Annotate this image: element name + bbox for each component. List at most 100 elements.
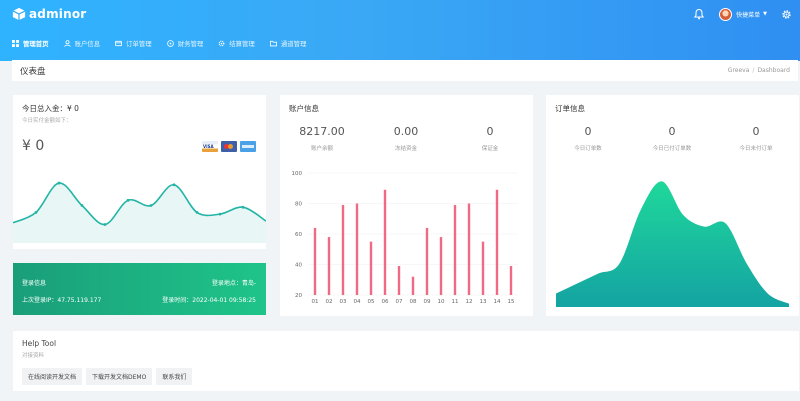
grid-icon	[12, 39, 19, 47]
nav-item-account[interactable]: 账户信息	[63, 39, 101, 48]
stat-label: 今日未付订单	[739, 146, 773, 152]
y-tick-label: 100	[292, 171, 303, 177]
login-info-label: 登录信息	[22, 280, 47, 287]
stat-label: 保证金	[481, 146, 499, 152]
page-title: 仪表盘	[20, 67, 46, 77]
account-bar-chart: 20 40 60 80 100 01 02 03 04 05 06 07 08 09 10 11 12 13 14 1…	[292, 171, 518, 305]
bar	[453, 205, 457, 295]
account-info-card: 账户信息 8217.00 账户余额 0.00 冻结资金 0 保证金 20 40 60…	[280, 95, 533, 316]
x-tick-label: 09	[424, 299, 431, 305]
stat-value: 0.00	[393, 125, 419, 138]
nav-label: 账户信息	[74, 39, 101, 48]
bar	[313, 227, 317, 295]
coin-icon	[166, 39, 174, 47]
y-tick-label: 20	[295, 293, 302, 299]
nav-item-finance[interactable]: 财务管理	[166, 39, 204, 48]
bell-icon[interactable]	[693, 8, 705, 20]
visa-card-icon	[202, 141, 218, 152]
contact-us-button[interactable]: 联系我们	[156, 368, 193, 385]
trend-point	[241, 205, 245, 209]
bar	[397, 266, 401, 295]
breadcrumb-separator: /	[752, 67, 755, 74]
stat-paid-orders: 0 今日已付订单数	[630, 125, 714, 152]
trend-point	[34, 211, 38, 214]
help-tool-title: Help Tool	[22, 339, 57, 348]
bar	[439, 237, 443, 295]
user-icon	[63, 39, 71, 47]
x-tick-label: 05	[368, 299, 375, 305]
gear-icon[interactable]	[781, 9, 792, 20]
bar	[495, 189, 499, 295]
page-header: 仪表盘 Greeva / Dashboard	[12, 60, 798, 81]
x-tick-label: 04	[354, 299, 361, 305]
x-tick-label: 15	[508, 299, 515, 305]
y-tick-label: 60	[295, 232, 302, 238]
stat-value: 0	[584, 125, 592, 138]
stat-value: 0	[668, 125, 676, 138]
trend-point	[218, 212, 222, 216]
login-info-card: 登录信息 登录地点：青岛- 上次登录IP：47.75.119.177 登录时间：…	[13, 263, 266, 315]
nav-item-orders[interactable]: 订单管理	[115, 39, 152, 48]
bar	[327, 237, 331, 295]
trend-point	[172, 183, 176, 187]
help-tool-subtitle: 对接资料	[22, 353, 45, 359]
stat-value: 8217.00	[299, 125, 345, 138]
gear-icon	[218, 40, 225, 46]
today-income-title: 今日总入金：¥ 0	[22, 104, 79, 113]
bar	[411, 276, 415, 295]
x-tick-label: 10	[438, 299, 445, 305]
x-tick-label: 01	[312, 299, 319, 305]
logo[interactable]: adminor	[12, 6, 86, 22]
nav-item-channels[interactable]: 通道管理	[269, 39, 307, 48]
order-area-chart	[556, 181, 789, 307]
bar	[481, 241, 485, 295]
trend-point	[57, 181, 61, 185]
y-tick-label: 40	[295, 263, 302, 269]
stat-balance: 8217.00 账户余额	[280, 125, 364, 152]
x-tick-label: 12	[466, 299, 473, 305]
trend-point	[80, 204, 84, 207]
nav-item-dashboard[interactable]: 管理首页	[12, 39, 49, 48]
breadcrumb-home[interactable]: Greeva	[728, 67, 750, 74]
chevron-down-icon[interactable]: ▼	[763, 11, 767, 17]
folder-icon	[269, 40, 277, 46]
user-menu-label[interactable]: 快捷菜单	[736, 10, 760, 19]
bar	[509, 266, 513, 295]
amex-card-icon	[240, 141, 256, 152]
stat-frozen: 0.00 冻结资金	[364, 125, 448, 152]
nav-label: 财务管理	[177, 39, 204, 48]
bar	[369, 241, 373, 295]
help-tool-card: Help Tool 对接资料 在线阅读开发文档 下载开发文档DEMO 联系我们	[13, 331, 799, 391]
download-demo-button[interactable]: 下载开发文档DEMO	[86, 368, 153, 385]
nav-label: 结算管理	[229, 39, 255, 48]
x-tick-label: 07	[396, 299, 403, 305]
nav-item-settlement[interactable]: 结算管理	[218, 39, 255, 48]
avatar[interactable]	[719, 7, 733, 21]
stat-value: 0	[752, 125, 760, 138]
read-docs-button[interactable]: 在线阅读开发文档	[22, 368, 83, 385]
breadcrumb: Greeva / Dashboard	[728, 67, 790, 74]
payment-methods	[202, 141, 256, 152]
x-tick-label: 11	[452, 299, 459, 305]
stat-deposit: 0 保证金	[448, 125, 532, 152]
x-tick-label: 03	[340, 299, 347, 305]
stat-label: 账户余额	[310, 146, 333, 152]
y-tick-label: 80	[295, 202, 302, 208]
stat-label: 今日订单数	[574, 146, 602, 152]
stat-unpaid-orders: 0 今日未付订单	[714, 125, 798, 152]
x-tick-label: 13	[480, 299, 487, 305]
nav-label: 通道管理	[280, 39, 307, 48]
trend-area	[13, 183, 266, 243]
x-tick-label: 06	[382, 299, 389, 305]
nav-label: 管理首页	[23, 39, 49, 48]
today-income-subtitle: 今日实付金额如下：	[22, 118, 72, 124]
main-nav: 管理首页 账户信息 订单管理 财务管理 结算管理 通道管理	[12, 37, 321, 49]
trend-point	[126, 198, 130, 202]
order-area	[556, 181, 789, 307]
nav-label: 订单管理	[126, 39, 152, 48]
x-tick-label: 14	[494, 299, 501, 305]
stat-label: 今日已付订单数	[652, 146, 692, 152]
login-location: 登录地点：青岛-	[211, 280, 256, 287]
bar	[467, 203, 471, 295]
stat-label: 冻结资金	[394, 146, 417, 152]
